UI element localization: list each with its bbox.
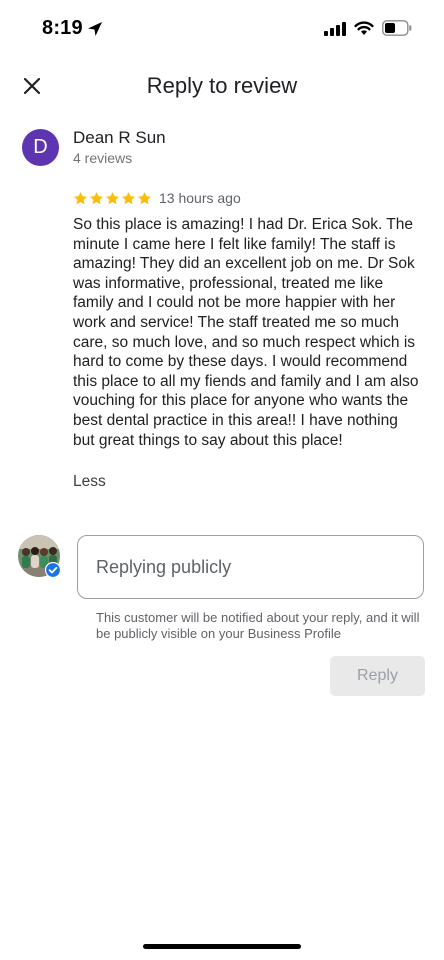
rating-row: 13 hours ago [73, 188, 241, 208]
business-avatar [18, 535, 61, 578]
star-icon [106, 191, 119, 204]
reviewer-avatar[interactable]: D [22, 129, 59, 166]
home-indicator[interactable] [143, 944, 301, 949]
review-time: 13 hours ago [159, 190, 241, 206]
location-arrow-icon [88, 22, 102, 36]
reply-button[interactable]: Reply [330, 656, 425, 696]
star-icon [138, 191, 151, 204]
verified-badge-icon [45, 562, 61, 578]
battery-icon [382, 20, 412, 36]
page-title: Reply to review [146, 73, 298, 98]
status-bar: 8:19 [0, 0, 444, 58]
star-rating [73, 191, 153, 206]
show-less-link[interactable]: Less [73, 473, 106, 491]
wifi-icon [354, 21, 374, 35]
reviewer-review-count: 4 reviews [73, 150, 133, 166]
star-icon [74, 191, 87, 204]
status-time: 8:19 [42, 17, 83, 39]
cellular-signal-icon [324, 22, 346, 36]
review-text: So this place is amazing! I had Dr. Eric… [73, 216, 419, 449]
star-icon [90, 191, 103, 204]
reviewer-name[interactable]: Dean R Sun [73, 128, 166, 148]
star-icon [122, 191, 135, 204]
reply-visibility-note: This customer will be notified about you… [96, 610, 420, 641]
reply-input[interactable] [77, 535, 424, 599]
